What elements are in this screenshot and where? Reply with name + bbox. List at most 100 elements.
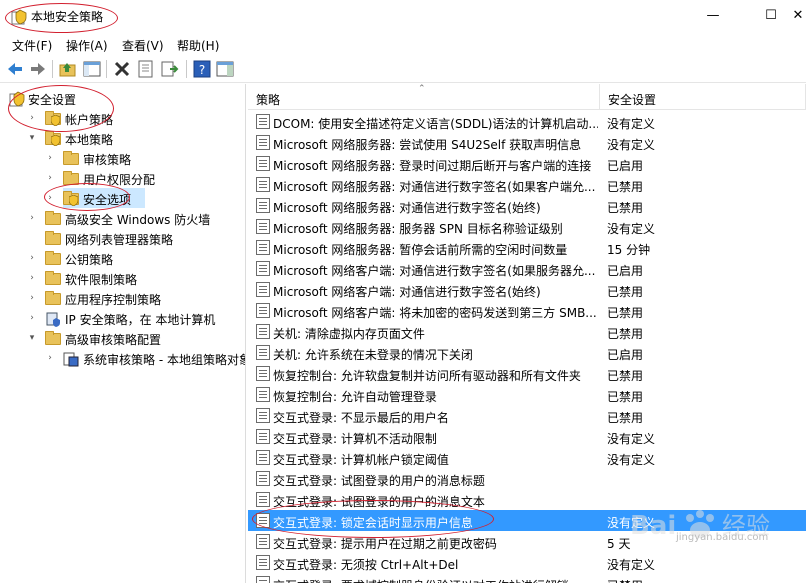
policy-setting: 没有定义 (607, 453, 656, 467)
delete-icon[interactable] (112, 59, 132, 79)
properties-icon[interactable] (136, 59, 156, 79)
policy-row[interactable]: Microsoft 网络服务器: 登录时间过期后断开与客户端的连接 已启用 (248, 153, 806, 174)
tree-item[interactable]: › 系统审核策略 - 本地组策略对象 (0, 348, 245, 368)
policy-row[interactable]: 恢复控制台: 允许自动管理登录 已禁用 (248, 384, 806, 405)
policy-row[interactable]: Microsoft 网络服务器: 对通信进行数字签名(如果客户端允... 已禁用 (248, 174, 806, 195)
column-header-policy[interactable]: 策略 ⌃ (248, 84, 600, 110)
menu-view[interactable]: 查看(V) (122, 37, 164, 54)
policy-setting: 没有定义 (607, 138, 656, 152)
console-tree: ▾安全设置›帐户策略▾本地策略 › 审核策略 › 用户权限分配›安全选项›高级安全 Wi… (0, 84, 246, 583)
menu-help[interactable]: 帮助(H) (177, 37, 219, 54)
up-folder-icon[interactable] (58, 59, 78, 79)
tree-item[interactable]: › 高级安全 Windows 防火墙 (0, 208, 245, 228)
toolbar: ? (0, 55, 806, 83)
policy-row[interactable]: 交互式登录: 计算机不活动限制 没有定义 (248, 426, 806, 447)
tree-item-label: 审核策略 (83, 153, 132, 167)
policy-row[interactable]: DCOM: 使用安全描述符定义语言(SDDL)语法的计算机启动... 没有定义 (248, 111, 806, 132)
expand-arrow-icon[interactable]: › (27, 211, 37, 225)
policy-icon (256, 366, 270, 381)
policy-icon (256, 513, 270, 528)
collapse-arrow-icon[interactable]: ▾ (27, 131, 37, 145)
policy-row[interactable]: 关机: 清除虚拟内存页面文件 已禁用 (248, 321, 806, 342)
tree-item-label: 公钥策略 (65, 253, 114, 267)
forward-arrow-icon[interactable] (28, 59, 48, 79)
policy-icon (256, 156, 270, 171)
policy-row[interactable]: 交互式登录: 不显示最后的用户名 已禁用 (248, 405, 806, 426)
tree-item[interactable]: › 公钥策略 (0, 248, 245, 268)
expand-arrow-icon[interactable]: › (27, 111, 37, 125)
policy-row[interactable]: Microsoft 网络客户端: 将未加密的密码发送到第三方 SMB... 已禁用 (248, 300, 806, 321)
policy-row[interactable]: Microsoft 网络客户端: 对通信进行数字签名(始终) 已禁用 (248, 279, 806, 300)
policy-row[interactable]: Microsoft 网络服务器: 暂停会话前所需的空闲时间数量 15 分钟 (248, 237, 806, 258)
local-security-policy-icon (11, 9, 27, 25)
tree-item[interactable]: › 审核策略 (0, 148, 245, 168)
tree-item[interactable]: 网络列表管理器策略 (0, 228, 245, 248)
tree-item[interactable]: ▾安全设置 (0, 88, 245, 108)
policy-name: 交互式登录: 试图登录的用户的消息标题 (273, 474, 485, 488)
policy-icon (256, 219, 270, 234)
tree-item-label: IP 安全策略，在 本地计算机 (65, 313, 216, 327)
tree-item[interactable]: › 应用程序控制策略 (0, 288, 245, 308)
folder-icon (45, 111, 61, 126)
expand-arrow-icon[interactable]: › (27, 251, 37, 265)
folder-icon (63, 191, 79, 206)
tree-item[interactable]: › IP 安全策略，在 本地计算机 (0, 308, 245, 328)
policy-icon (256, 429, 270, 444)
policy-setting: 没有定义 (607, 432, 656, 446)
column-policy-label: 策略 (256, 93, 281, 107)
tree-item-label: 软件限制策略 (65, 273, 138, 287)
expand-arrow-icon[interactable]: › (27, 271, 37, 285)
expand-arrow-icon[interactable]: › (45, 151, 55, 165)
tree-item[interactable]: › 安全选项 (48, 188, 145, 208)
policy-row[interactable]: 恢复控制台: 允许软盘复制并访问所有驱动器和所有文件夹 已禁用 (248, 363, 806, 384)
close-button[interactable]: ✕ (790, 0, 806, 32)
back-arrow-icon[interactable] (5, 59, 25, 79)
policy-name: Microsoft 网络服务器: 服务器 SPN 目标名称验证级别 (273, 222, 563, 236)
policy-name: 交互式登录: 试图登录的用户的消息文本 (273, 495, 485, 509)
help-icon[interactable]: ? (192, 59, 212, 79)
tree-item-label: 用户权限分配 (83, 173, 156, 187)
expand-arrow-icon[interactable]: › (45, 171, 55, 185)
policy-row[interactable]: 关机: 允许系统在未登录的情况下关闭 已启用 (248, 342, 806, 363)
expand-arrow-icon[interactable]: › (45, 351, 55, 365)
policy-setting: 没有定义 (607, 117, 656, 131)
policy-row[interactable]: Microsoft 网络客户端: 对通信进行数字签名(如果服务器允... 已启用 (248, 258, 806, 279)
policy-icon (256, 450, 270, 465)
column-header-setting[interactable]: 安全设置 (600, 84, 806, 110)
tree-item-label: 应用程序控制策略 (65, 293, 162, 307)
tree-item[interactable]: ▾ 高级审核策略配置 (0, 328, 245, 348)
expand-arrow-icon[interactable]: › (45, 191, 55, 205)
policy-name: 交互式登录: 无须按 Ctrl+Alt+Del (273, 558, 459, 572)
policy-icon (256, 576, 270, 583)
policy-row[interactable]: 交互式登录: 要求域控制器身份验证以对工作站进行解锁 已禁用 (248, 573, 806, 583)
menu-action[interactable]: 操作(A) (66, 37, 108, 54)
collapse-arrow-icon[interactable]: ▾ (27, 331, 37, 345)
policy-name: Microsoft 网络服务器: 尝试使用 S4U2Self 获取声明信息 (273, 138, 582, 152)
expand-arrow-icon[interactable]: › (27, 311, 37, 325)
show-pane-icon[interactable] (215, 59, 235, 79)
policy-setting: 已禁用 (607, 411, 644, 425)
minimize-button[interactable]: — (690, 0, 736, 32)
policy-icon (256, 408, 270, 423)
policy-icon (256, 534, 270, 549)
column-setting-label: 安全设置 (608, 93, 657, 107)
policy-icon (256, 177, 270, 192)
tree-item[interactable]: › 软件限制策略 (0, 268, 245, 288)
tree-item[interactable]: ▾ 本地策略 (0, 128, 245, 148)
show-tree-icon[interactable] (82, 59, 102, 79)
policy-name: 交互式登录: 锁定会话时显示用户信息 (273, 516, 473, 530)
export-list-icon[interactable] (160, 59, 180, 79)
policy-row[interactable]: Microsoft 网络服务器: 服务器 SPN 目标名称验证级别 没有定义 (248, 216, 806, 237)
policy-row[interactable]: Microsoft 网络服务器: 对通信进行数字签名(始终) 已禁用 (248, 195, 806, 216)
tree-item[interactable]: › 用户权限分配 (0, 168, 245, 188)
maximize-button[interactable]: ☐ (748, 0, 794, 32)
policy-setting: 已禁用 (607, 285, 644, 299)
menu-bar: 文件(F) 操作(A) 查看(V) 帮助(H) (0, 33, 806, 55)
policy-row[interactable]: 交互式登录: 试图登录的用户的消息标题 (248, 468, 806, 489)
policy-row[interactable]: 交互式登录: 计算机帐户锁定阈值 没有定义 (248, 447, 806, 468)
menu-file[interactable]: 文件(F) (12, 37, 52, 54)
tree-item[interactable]: › 帐户策略 (0, 108, 245, 128)
expand-arrow-icon[interactable]: › (27, 291, 37, 305)
policy-row[interactable]: Microsoft 网络服务器: 尝试使用 S4U2Self 获取声明信息 没有定… (248, 132, 806, 153)
svg-text:?: ? (199, 63, 205, 77)
